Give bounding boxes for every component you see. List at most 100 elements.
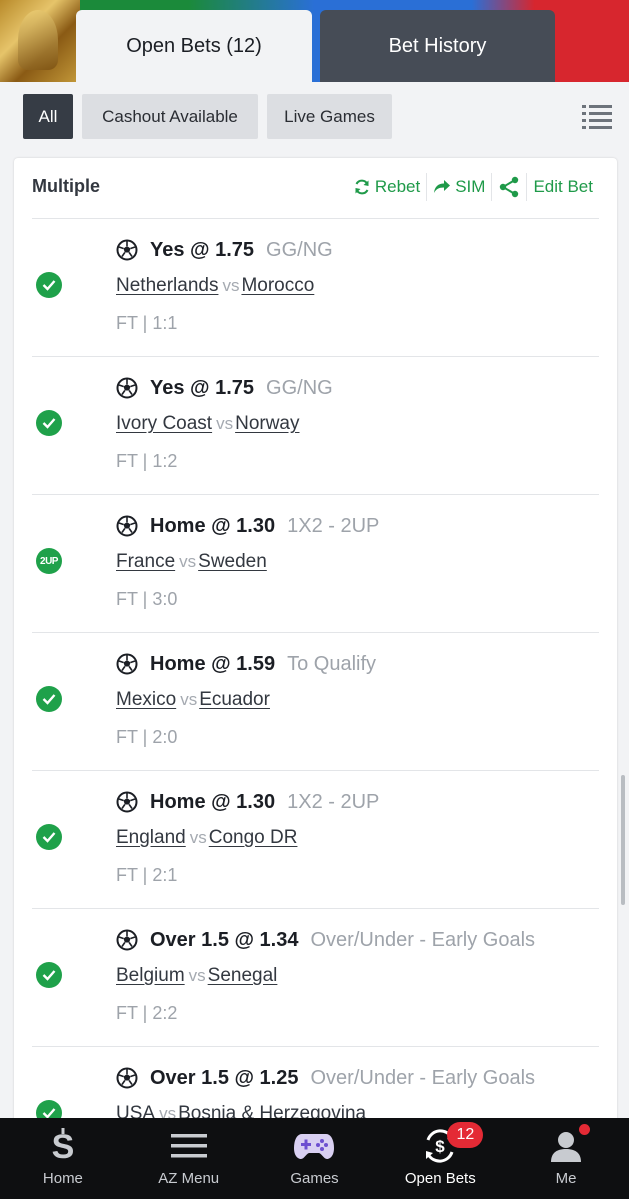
selection-market: GG/NG <box>266 238 333 261</box>
bet-card-header: Multiple Rebet SIM Edit Bet <box>14 158 617 218</box>
scrollbar[interactable] <box>621 775 625 905</box>
selection-market: 1X2 - 2UP <box>287 514 380 537</box>
sim-button[interactable]: SIM <box>427 172 491 202</box>
nav-open-bets[interactable]: $ 12 Open Bets <box>377 1118 503 1199</box>
vs-label: vs <box>216 414 234 433</box>
selection-pick: Home @ 1.30 <box>150 514 276 537</box>
vs-label: vs <box>222 276 240 295</box>
svg-text:$: $ <box>436 1137 446 1156</box>
selection-row[interactable]: 2UP Home @ 1.30 1X2 - 2UP France vs Sweden… <box>32 494 599 632</box>
home-team[interactable]: Netherlands <box>116 275 218 296</box>
share-arrow-icon <box>434 180 451 193</box>
football-icon <box>116 515 138 537</box>
filter-cashout-button[interactable]: Cashout Available <box>82 94 258 139</box>
bet-actions: Rebet SIM Edit Bet <box>347 172 599 202</box>
open-bets-count-badge: 12 <box>447 1122 484 1148</box>
nav-home-label: Home <box>42 1170 83 1187</box>
football-icon <box>116 1067 138 1089</box>
selection-market: GG/NG <box>266 376 333 399</box>
away-team[interactable]: Ecuador <box>199 689 270 710</box>
nav-home[interactable]: S Home <box>0 1118 126 1199</box>
selection-market: 1X2 - 2UP <box>287 790 380 813</box>
tab-open-bets[interactable]: Open Bets (12) <box>76 10 312 82</box>
match-teams[interactable]: England vs Congo DR <box>116 827 297 849</box>
away-team[interactable]: Congo DR <box>209 827 298 848</box>
won-check-icon <box>36 272 62 298</box>
home-team[interactable]: England <box>116 827 186 848</box>
selection-market: Over/Under - Early Goals <box>310 928 536 951</box>
selection-market: Over/Under - Early Goals <box>310 1066 536 1089</box>
won-check-icon <box>36 410 62 436</box>
gamepad-icon <box>292 1126 336 1166</box>
selection-row[interactable]: Home @ 1.30 1X2 - 2UP England vs Congo DR … <box>32 770 599 908</box>
bet-type-title: Multiple <box>32 176 100 196</box>
nav-az-menu[interactable]: AZ Menu <box>126 1118 252 1199</box>
selection-row[interactable]: Yes @ 1.75 GG/NG Ivory Coast vs Norway FT … <box>32 356 599 494</box>
selection-row[interactable]: Home @ 1.59 To Qualify Mexico vs Ecuador F… <box>32 632 599 770</box>
nav-games-label: Games <box>290 1170 339 1187</box>
rebet-button[interactable]: Rebet <box>347 172 426 202</box>
filter-all-button[interactable]: All <box>23 94 73 139</box>
won-check-icon <box>36 686 62 712</box>
match-result: FT | 2:1 <box>116 865 178 885</box>
bet-card: Multiple Rebet SIM Edit Bet Yes @ 1.75 G… <box>14 158 617 1158</box>
share-button[interactable] <box>492 172 526 202</box>
banner-artwork <box>0 0 80 82</box>
selection-row[interactable]: Over 1.5 @ 1.34 Over/Under - Early Goals… <box>32 908 599 1046</box>
list-view-icon[interactable] <box>582 102 612 132</box>
home-team[interactable]: Mexico <box>116 689 176 710</box>
away-team[interactable]: Morocco <box>241 275 314 296</box>
home-team[interactable]: Belgium <box>116 965 185 986</box>
vs-label: vs <box>180 690 198 709</box>
sim-label: SIM <box>455 177 486 196</box>
match-teams[interactable]: Ivory Coast vs Norway <box>116 413 300 435</box>
match-result: FT | 1:2 <box>116 451 178 471</box>
football-icon <box>116 791 138 813</box>
selection-pick: Home @ 1.30 <box>150 790 276 813</box>
share-icon <box>500 176 519 198</box>
home-team[interactable]: France <box>116 551 175 572</box>
match-teams[interactable]: Mexico vs Ecuador <box>116 689 270 711</box>
edit-bet-label: Edit Bet <box>533 177 593 196</box>
refresh-icon <box>355 179 369 195</box>
match-result: FT | 2:0 <box>116 727 178 747</box>
match-teams[interactable]: Netherlands vs Morocco <box>116 275 314 297</box>
filter-live-games-button[interactable]: Live Games <box>267 94 392 139</box>
won-check-icon <box>36 962 62 988</box>
home-logo-icon: S <box>41 1126 85 1166</box>
selection-pick: Home @ 1.59 <box>150 652 276 675</box>
filter-bar: All Cashout Available Live Games <box>0 82 629 152</box>
selection-pick: Over 1.5 @ 1.34 <box>150 928 299 951</box>
selection-row[interactable]: Yes @ 1.75 GG/NG Netherlands vs Morocco FT… <box>32 218 599 356</box>
nav-open-bets-label: Open Bets <box>404 1170 476 1187</box>
two-up-icon: 2UP <box>36 548 62 574</box>
home-team[interactable]: Ivory Coast <box>116 413 212 434</box>
match-teams[interactable]: France vs Sweden <box>116 551 267 573</box>
selection-pick: Yes @ 1.75 <box>150 238 255 261</box>
tab-bet-history[interactable]: Bet History <box>320 10 555 82</box>
menu-icon <box>167 1126 211 1166</box>
football-icon <box>116 239 138 261</box>
nav-games[interactable]: Games <box>252 1118 378 1199</box>
won-check-icon <box>36 824 62 850</box>
match-result: FT | 2:2 <box>116 1003 178 1023</box>
vs-label: vs <box>179 552 197 571</box>
match-result: FT | 3:0 <box>116 589 178 609</box>
selection-pick: Over 1.5 @ 1.25 <box>150 1066 299 1089</box>
nav-me[interactable]: Me <box>503 1118 629 1199</box>
selection-list: Yes @ 1.75 GG/NG Netherlands vs Morocco FT… <box>32 218 599 1184</box>
notification-dot <box>579 1124 591 1135</box>
vs-label: vs <box>188 966 206 985</box>
match-teams[interactable]: Belgium vs Senegal <box>116 965 277 987</box>
away-team[interactable]: Sweden <box>198 551 267 572</box>
nav-me-label: Me <box>555 1170 577 1187</box>
bottom-nav: S Home AZ Menu Games $ 12 Open Bets Me <box>0 1118 629 1199</box>
football-icon <box>116 653 138 675</box>
edit-bet-button[interactable]: Edit Bet <box>527 172 599 202</box>
away-team[interactable]: Senegal <box>208 965 278 986</box>
away-team[interactable]: Norway <box>235 413 299 434</box>
selection-market: To Qualify <box>287 652 377 675</box>
selection-pick: Yes @ 1.75 <box>150 376 255 399</box>
rebet-label: Rebet <box>374 177 421 196</box>
football-icon <box>116 929 138 951</box>
